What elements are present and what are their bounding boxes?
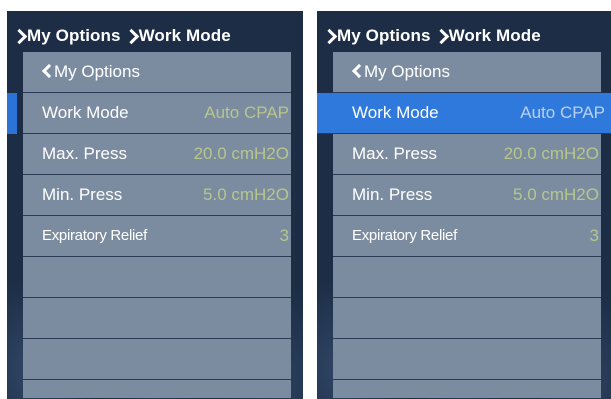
- chevron-right-icon: [125, 25, 137, 47]
- row-label: Expiratory Relief: [42, 227, 147, 244]
- list-item-empty: [23, 298, 291, 339]
- selection-marker: [7, 93, 17, 134]
- chevron-left-icon: [41, 64, 51, 78]
- list-item-empty: [23, 257, 291, 298]
- list-item-work-mode[interactable]: Work Mode Auto CPAP: [317, 93, 611, 134]
- back-label-text: My Options: [54, 62, 140, 81]
- device-screen-right: My Options Work Mode My Options Work Mod…: [317, 11, 611, 399]
- breadcrumb-parent[interactable]: My Options: [27, 26, 121, 46]
- row-value: Auto CPAP: [204, 103, 289, 122]
- row-value: 5.0 cmH2O: [203, 185, 289, 204]
- list-item-expiratory-relief[interactable]: Expiratory Relief 3: [23, 216, 291, 257]
- row-label: Work Mode: [352, 103, 439, 122]
- device-screen-left: My Options Work Mode My Options Work Mod…: [7, 11, 303, 399]
- back-label: My Options: [41, 52, 140, 92]
- row-value: 20.0 cmH2O: [193, 144, 289, 163]
- row-label: Work Mode: [42, 103, 129, 122]
- list-item-empty: [333, 257, 601, 298]
- list-item-empty: [333, 298, 601, 339]
- list-item-work-mode[interactable]: Work Mode Auto CPAP: [23, 93, 291, 134]
- row-label: Max. Press: [352, 144, 438, 163]
- chevron-right-icon: [435, 25, 447, 47]
- row-value: 5.0 cmH2O: [513, 185, 599, 204]
- breadcrumb-current: Work Mode: [138, 26, 231, 45]
- breadcrumb: My Options Work Mode: [317, 22, 611, 50]
- chevron-left-icon: [351, 64, 361, 78]
- breadcrumb-current: Work Mode: [448, 26, 541, 45]
- row-value: 20.0 cmH2O: [503, 144, 599, 163]
- back-label-text: My Options: [364, 62, 450, 81]
- list-item-max-press[interactable]: Max. Press 20.0 cmH2O: [333, 134, 601, 175]
- row-label: Min. Press: [352, 185, 433, 204]
- list-item-empty: [333, 339, 601, 380]
- breadcrumb: My Options Work Mode: [7, 22, 303, 50]
- chevron-right-icon: [323, 25, 335, 47]
- list-item-empty: [23, 339, 291, 380]
- breadcrumb-parent[interactable]: My Options: [337, 26, 431, 46]
- row-label: Max. Press: [42, 144, 128, 163]
- back-button[interactable]: My Options: [23, 52, 291, 93]
- list-item-expiratory-relief[interactable]: Expiratory Relief 3: [333, 216, 601, 257]
- chevron-right-icon: [13, 25, 25, 47]
- row-label: Expiratory Relief: [352, 227, 457, 244]
- back-label: My Options: [351, 52, 450, 92]
- row-label: Min. Press: [42, 185, 123, 204]
- list-item-min-press[interactable]: Min. Press 5.0 cmH2O: [23, 175, 291, 216]
- list-item-max-press[interactable]: Max. Press 20.0 cmH2O: [23, 134, 291, 175]
- row-value: 3: [279, 226, 289, 245]
- list-item-min-press[interactable]: Min. Press 5.0 cmH2O: [333, 175, 601, 216]
- settings-list: My Options Work Mode Auto CPAP Max. Pres…: [317, 52, 611, 398]
- row-value: 3: [589, 226, 599, 245]
- settings-list: My Options Work Mode Auto CPAP Max. Pres…: [23, 52, 291, 398]
- row-value: Auto CPAP: [520, 103, 605, 122]
- back-button[interactable]: My Options: [333, 52, 601, 93]
